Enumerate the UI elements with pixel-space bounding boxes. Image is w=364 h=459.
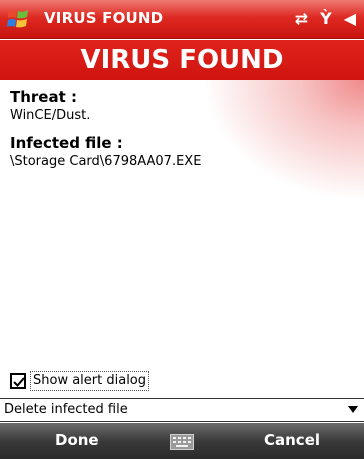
softkey-bar: Done Cancel [0,423,364,459]
volume-icon[interactable]: ◀ [344,6,356,32]
alert-banner: VIRUS FOUND [0,40,364,80]
show-alert-checkbox[interactable] [10,373,26,389]
connectivity-icon[interactable]: ⇄ [295,6,308,32]
details-panel: Threat : WinCE/Dust. Infected file : \St… [0,80,364,366]
threat-label: Threat : [10,88,77,106]
cancel-button[interactable]: Cancel [264,431,320,449]
threat-value: WinCE/Dust. [10,108,91,123]
status-icons: ⇄ Ỳ ◀ [295,6,356,32]
show-alert-label[interactable]: Show alert dialog [30,371,150,391]
action-select-value: Delete infected file [4,402,128,417]
done-button[interactable]: Done [55,431,99,449]
infected-file-value: \Storage Card\6798AA07.EXE [10,154,202,169]
signal-off-icon[interactable]: Ỳ [320,6,332,32]
windows-start-icon[interactable] [6,6,32,32]
window-title: VIRUS FOUND [44,9,164,27]
action-select[interactable]: Delete infected file [0,398,364,422]
checkmark-icon [13,377,25,387]
infected-file-label: Infected file : [10,134,123,152]
keyboard-icon[interactable] [170,434,194,450]
show-alert-option[interactable]: Show alert dialog [10,370,150,392]
chevron-down-icon[interactable] [348,406,358,413]
title-bar: VIRUS FOUND ⇄ Ỳ ◀ [0,0,364,39]
